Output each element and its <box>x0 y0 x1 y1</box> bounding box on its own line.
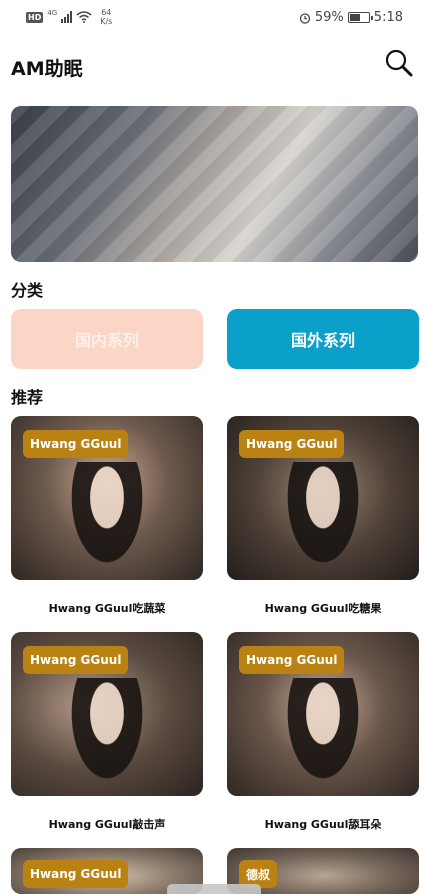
video-card[interactable]: Hwang GGuul Hwang GGuul敲击声 <box>11 632 203 832</box>
clock: 5:18 <box>373 10 403 25</box>
video-figure <box>278 462 368 580</box>
author-tag: Hwang GGuul <box>23 646 129 674</box>
video-thumbnail: Hwang GGuul <box>227 416 419 580</box>
banner-image[interactable] <box>11 106 418 262</box>
alarm-icon <box>299 12 311 24</box>
video-figure <box>62 678 152 796</box>
video-thumbnail: Hwang GGuul <box>11 632 203 796</box>
author-tag: Hwang GGuul <box>23 430 129 458</box>
video-figure <box>278 678 368 796</box>
signal-icon <box>61 11 73 23</box>
author-tag: Hwang GGuul <box>239 430 345 458</box>
video-card[interactable]: Hwang GGuul Hwang GGuul吃蔬菜 <box>11 416 203 616</box>
category-domestic-button[interactable]: 国内系列 <box>11 309 203 369</box>
network-type: 4G <box>47 9 58 17</box>
video-figure <box>62 462 152 580</box>
app-title: AM助眠 <box>11 58 83 80</box>
bottom-handle[interactable] <box>167 884 261 894</box>
video-card[interactable]: Hwang GGuul Hwang GGuul吃糖果 <box>227 416 419 616</box>
battery-percent: 59% <box>314 10 344 25</box>
video-thumbnail: Hwang GGuul <box>227 632 419 796</box>
search-icon[interactable] <box>384 48 414 78</box>
video-card[interactable]: Hwang GGuul Hwang GGuul舔耳朵 <box>227 632 419 832</box>
network-speed-unit: K/s <box>100 17 113 26</box>
app-header: AM助眠 <box>0 50 427 86</box>
battery-icon <box>347 12 373 23</box>
video-thumbnail: Hwang GGuul <box>11 416 203 580</box>
author-tag: Hwang GGuul <box>23 860 129 888</box>
wifi-icon <box>76 11 92 23</box>
category-foreign-button[interactable]: 国外系列 <box>227 309 419 369</box>
status-left: HD 4G 64 K/s <box>26 8 112 26</box>
category-section-title: 分类 <box>11 281 44 300</box>
status-bar: HD 4G 64 K/s 59% 5:18 <box>0 0 427 36</box>
video-title: Hwang GGuul舔耳朵 <box>264 818 382 831</box>
battery-fill <box>349 14 361 21</box>
network-speed-value: 64 <box>101 8 112 17</box>
recommend-section-title: 推荐 <box>11 388 44 407</box>
video-title: Hwang GGuul吃蔬菜 <box>48 602 166 615</box>
hd-badge: HD <box>26 11 44 23</box>
video-title: Hwang GGuul吃糖果 <box>264 602 382 615</box>
network-speed: 64 K/s <box>100 8 112 26</box>
author-tag: Hwang GGuul <box>239 646 345 674</box>
status-right: 59% 5:18 <box>299 10 403 25</box>
video-title: Hwang GGuul敲击声 <box>48 818 166 831</box>
